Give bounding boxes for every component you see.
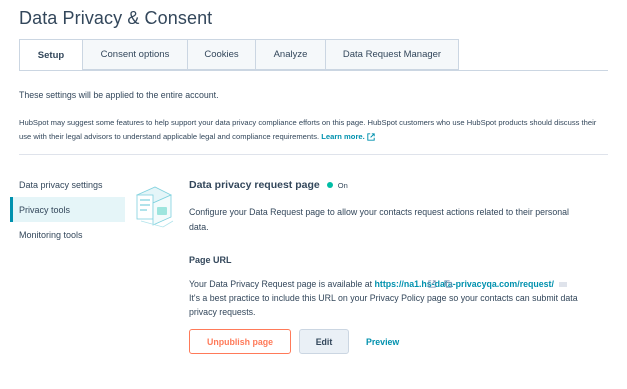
url-highlight [559,282,568,288]
url-prefix: Your Data Privacy Request page is availa… [189,279,373,289]
tab-data-request-manager[interactable]: Data Request Manager [326,39,459,70]
tab-consent-options[interactable]: Consent options [83,39,188,70]
copy-icon[interactable] [444,280,452,288]
tab-cookies[interactable]: Cookies [188,39,256,70]
sidebar-item-label: Monitoring tools [19,229,83,240]
disclaimer-text: HubSpot may suggest some features to hel… [19,118,597,141]
panel-heading: Data privacy request page On [189,179,609,191]
preview-button[interactable]: Preview [364,329,401,354]
page-url-text: Your Data Privacy Request page is availa… [189,277,579,291]
settings-sidebar: Data privacy settings Privacy tools Moni… [10,172,125,247]
panel-description: Configure your Data Request page to allo… [189,207,569,232]
unpublish-button[interactable]: Unpublish page [189,329,291,354]
page-title: Data Privacy & Consent [19,8,213,28]
section-divider [19,154,608,155]
tab-analyze[interactable]: Analyze [256,39,326,70]
sidebar-item-label: Privacy tools [19,204,71,215]
status-badge: On [337,180,348,190]
sidebar-item-monitoring-tools[interactable]: Monitoring tools [10,222,125,247]
account-note: These settings will be applied to the en… [19,90,219,100]
open-external-icon[interactable] [428,280,436,288]
sidebar-item-privacy-tools[interactable]: Privacy tools [10,197,125,222]
tab-setup[interactable]: Setup [19,39,83,71]
status-dot-icon [326,182,333,188]
external-link-icon[interactable] [367,133,375,141]
action-buttons: Unpublish page Edit Preview [189,329,609,354]
tab-divider [19,70,608,71]
sidebar-item-data-privacy-settings[interactable]: Data privacy settings [10,172,125,197]
privacy-page-illustration [136,186,174,228]
tab-bar: Setup Consent options Cookies Analyze Da… [19,39,459,71]
edit-button[interactable]: Edit [299,329,349,354]
page-url-heading: Page URL [189,255,232,265]
disclaimer: HubSpot may suggest some features to hel… [19,116,609,144]
sidebar-item-label: Data privacy settings [19,179,103,190]
best-practice-tip: It's a best practice to include this URL… [189,293,578,317]
privacy-request-panel: Data privacy request page On Configure y… [189,179,609,354]
learn-more-link[interactable]: Learn more. [321,132,364,141]
request-page-url[interactable]: https://na1.hs-data-privacyqa.com/reques… [375,279,554,289]
panel-title: Data privacy request page [189,179,320,191]
